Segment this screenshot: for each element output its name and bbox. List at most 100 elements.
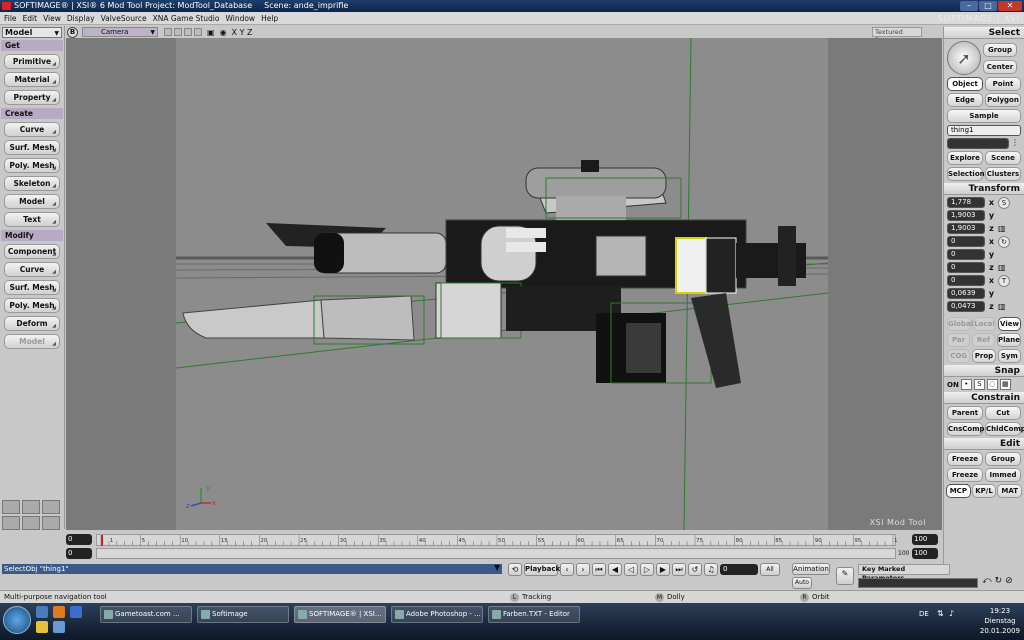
snap-curve-icon[interactable]: S <box>973 379 985 390</box>
stop-icon[interactable]: ⊘ <box>1005 576 1013 586</box>
prev-key-icon[interactable]: ‹ <box>560 562 574 576</box>
chldcomp-button[interactable]: ChldComp <box>985 422 1024 436</box>
xyz-label[interactable]: X Y Z <box>232 28 253 37</box>
rotate-y-field[interactable]: 0 <box>947 249 985 260</box>
create-surf-mesh-button[interactable]: Surf. Mesh <box>4 140 60 155</box>
audio-icon[interactable]: ♫ <box>704 562 718 576</box>
create-poly-mesh-button[interactable]: Poly. Mesh <box>4 158 60 173</box>
clock[interactable]: 19:23 Dienstag 20.01.2009 <box>980 606 1020 636</box>
next-key-icon[interactable]: › <box>576 562 590 576</box>
all-button[interactable]: All <box>760 562 780 576</box>
task-gametoast[interactable]: Gametoast.com ... <box>100 606 192 623</box>
translate-icon[interactable]: T <box>998 274 1010 287</box>
menu-xna-game-studio[interactable]: XNA Game Studio <box>153 14 220 23</box>
tab-mcp[interactable]: MCP <box>946 484 971 498</box>
point-mode-button[interactable]: Point <box>985 77 1021 91</box>
layout-icon-1[interactable] <box>2 500 20 514</box>
clusters-button[interactable]: Clusters <box>985 167 1021 181</box>
parent-button[interactable]: Parent <box>947 406 983 420</box>
edge-mode-button[interactable]: Edge <box>947 93 983 107</box>
task-editor[interactable]: Farben.TXT - Editor <box>488 606 580 623</box>
switch-windows-icon[interactable] <box>53 621 65 633</box>
command-history-dropdown[interactable]: ▼ <box>494 563 500 572</box>
create-model-button[interactable]: Model <box>4 194 60 209</box>
script-command-field[interactable]: SelectObj "thing1" <box>2 564 502 574</box>
layout-icon-5[interactable] <box>22 516 40 530</box>
playback-options-icon[interactable]: ⟲ <box>508 562 522 576</box>
local-button[interactable]: Local <box>973 317 996 331</box>
viewport-letter-button[interactable]: B <box>67 26 78 38</box>
object-mode-button[interactable]: Object <box>947 77 983 91</box>
scale-z-field[interactable]: 1,9003 <box>947 223 985 234</box>
rotate-x-field[interactable]: 0 <box>947 236 985 247</box>
edit-group-button[interactable]: Group <box>985 452 1021 466</box>
last-frame-icon[interactable]: ⏭ <box>672 562 686 576</box>
timeline-end-field[interactable]: 100 <box>912 534 938 545</box>
input-language[interactable]: DE <box>919 610 929 618</box>
create-curve-button[interactable]: Curve <box>4 122 60 137</box>
refresh-icon[interactable]: ↻ <box>995 576 1003 586</box>
scene-button[interactable]: Scene <box>985 151 1021 165</box>
cog-button[interactable]: COG <box>947 349 971 363</box>
menu-window[interactable]: Window <box>225 14 255 23</box>
snap-surface-icon[interactable]: ◌ <box>986 379 998 390</box>
play-icon[interactable]: ▷ <box>640 562 654 576</box>
tab-mat[interactable]: MAT <box>997 484 1023 498</box>
translate-z-field[interactable]: 0,0473 <box>947 301 985 312</box>
frame-field[interactable]: 0 <box>720 563 758 575</box>
monitor-icon[interactable]: ▣ <box>207 28 215 37</box>
tray-network-icon[interactable]: ⇅ <box>937 609 944 618</box>
range-end-field[interactable]: 100 <box>912 548 938 559</box>
close-button[interactable]: ✕ <box>998 1 1022 11</box>
playback-button[interactable]: Playback <box>524 562 560 576</box>
selection-button[interactable]: Selection <box>947 167 985 181</box>
sym-button[interactable]: Sym <box>997 349 1021 363</box>
viewport-tool-1[interactable] <box>164 28 172 36</box>
select-center-button[interactable]: Center <box>983 59 1017 74</box>
translate-x-field[interactable]: 0 <box>947 275 985 286</box>
view-button[interactable]: View <box>998 317 1021 331</box>
rotate-slider-icon[interactable]: ▥ <box>998 263 1006 272</box>
scale-y-field[interactable]: 1,9003 <box>947 210 985 221</box>
freeze-button[interactable]: Freeze <box>947 452 983 466</box>
viewport-tool-3[interactable] <box>184 28 192 36</box>
timeline-ruler[interactable]: 1510152025303540455055606570758085909510… <box>96 534 905 546</box>
scale-x-field[interactable]: 1,778 <box>947 197 985 208</box>
modify-curve-button[interactable]: Curve <box>4 262 60 277</box>
layout-icon-4[interactable] <box>2 516 20 530</box>
polygon-mode-button[interactable]: Polygon <box>985 93 1021 107</box>
selection-name-field[interactable]: thing1 <box>947 125 1021 136</box>
selection-filter-field[interactable] <box>947 138 1009 149</box>
snap-point-icon[interactable]: • <box>960 379 972 390</box>
filter-dropdown-icon[interactable]: ⋮ <box>1011 138 1019 149</box>
next-frame-icon[interactable]: ▶ <box>656 562 670 576</box>
global-button[interactable]: Global <box>947 317 973 331</box>
toolbar-mode-select[interactable]: Model <box>2 27 62 38</box>
range-slider[interactable] <box>96 548 896 559</box>
menu-edit[interactable]: Edit <box>23 14 38 23</box>
immed-button[interactable]: Immed <box>985 468 1021 482</box>
start-button[interactable] <box>3 606 31 634</box>
folder-icon[interactable] <box>36 621 48 633</box>
scale-slider-icon[interactable]: ▥ <box>998 224 1006 233</box>
menu-file[interactable]: File <box>4 14 17 23</box>
key-marked-parameters-button[interactable]: Key Marked Parameters <box>858 564 950 582</box>
scale-icon[interactable]: S <box>998 196 1010 209</box>
prop-button[interactable]: Prop <box>972 349 996 363</box>
primitive-button[interactable]: Primitive <box>4 54 60 69</box>
prev-frame-icon[interactable]: ◀ <box>608 562 622 576</box>
firefox-icon[interactable] <box>53 606 65 618</box>
animation-layer-field[interactable] <box>858 578 978 588</box>
modify-component-button[interactable]: Component <box>4 244 60 259</box>
camera-select[interactable]: Camera <box>82 27 158 37</box>
loop-icon[interactable]: ↺ <box>688 562 702 576</box>
show-desktop-icon[interactable] <box>36 606 48 618</box>
layout-icon-3[interactable] <box>42 500 60 514</box>
eye-icon[interactable]: ◉ <box>220 28 227 37</box>
task-photoshop[interactable]: Adobe Photoshop - ... <box>391 606 483 623</box>
material-button[interactable]: Material <box>4 72 60 87</box>
layout-icon-2[interactable] <box>22 500 40 514</box>
select-arrow-icon[interactable]: ➚ <box>947 41 981 75</box>
maximize-button[interactable]: □ <box>979 1 997 11</box>
cut-button[interactable]: Cut <box>985 406 1021 420</box>
